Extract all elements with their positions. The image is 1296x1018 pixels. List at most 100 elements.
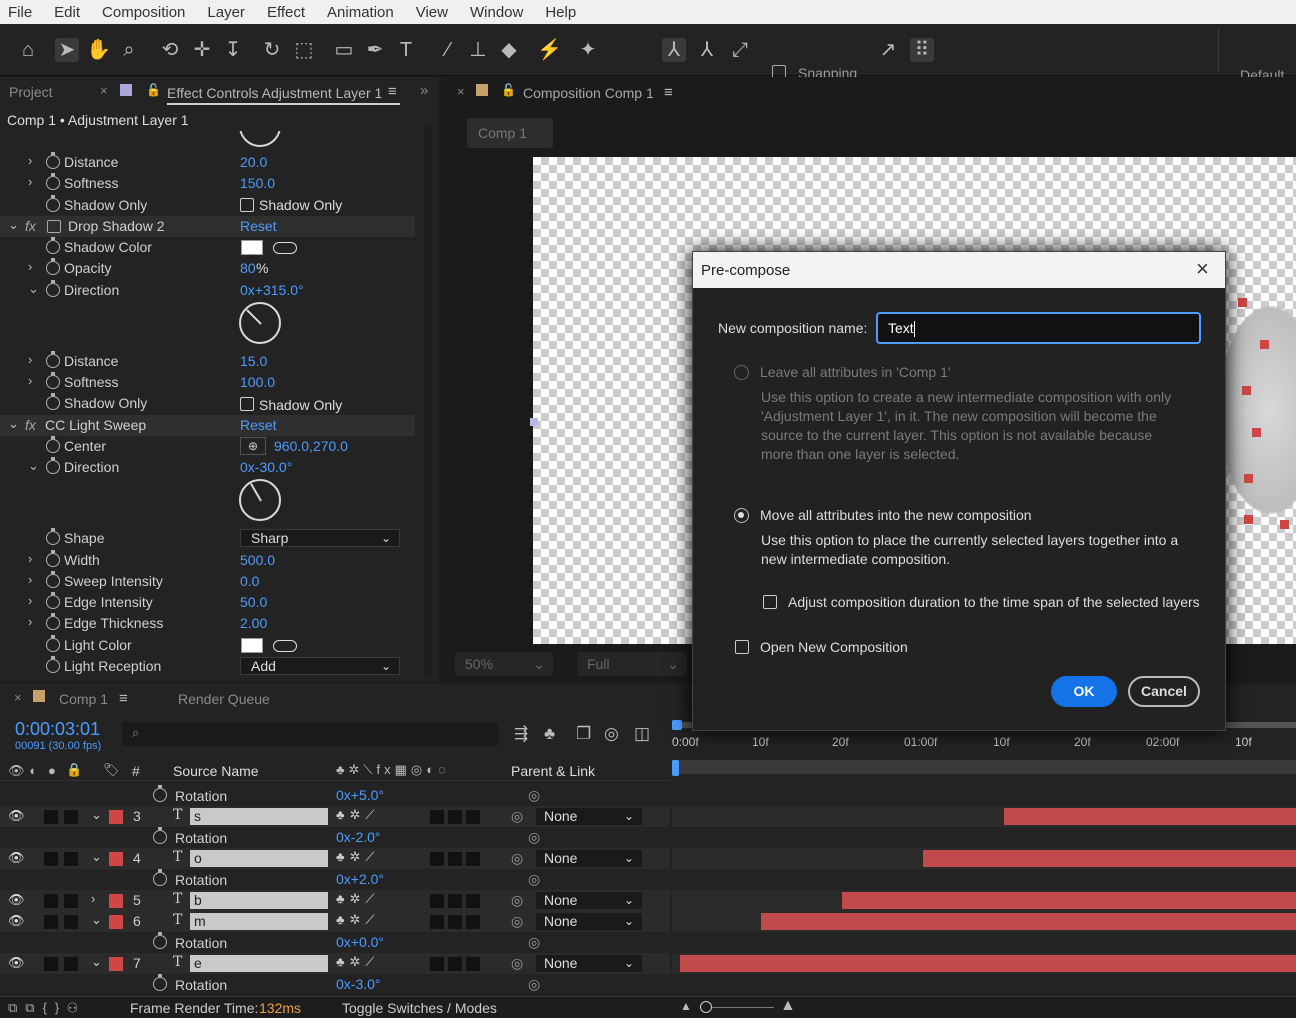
shape-dropdown[interactable]: Sharp ⌄ <box>240 529 400 547</box>
current-timecode[interactable]: 0:00:03:01 <box>15 719 100 740</box>
panel-menu-icon[interactable]: ≡ <box>388 83 397 100</box>
menu-file[interactable]: File <box>8 4 32 21</box>
layer-name[interactable]: m <box>190 913 328 930</box>
tab-effect-controls[interactable]: Effect Controls Adjustment Layer 1 <box>167 85 382 101</box>
stopwatch-icon[interactable] <box>46 550 60 567</box>
path-point[interactable] <box>1238 298 1247 307</box>
label-color-swatch[interactable] <box>109 810 123 824</box>
menu-window[interactable]: Window <box>470 4 523 21</box>
selection-tool-icon[interactable]: ➤ <box>55 38 79 62</box>
fx-icon[interactable]: fx <box>25 417 36 433</box>
softness-value[interactable]: 100.0 <box>240 374 275 390</box>
chevron-down-icon[interactable]: ⌄ <box>91 954 102 970</box>
lock-switch[interactable] <box>64 810 78 824</box>
direction-dial-partial[interactable] <box>239 131 281 147</box>
type-tool-icon[interactable]: T <box>394 38 418 62</box>
move-attributes-radio[interactable] <box>734 508 749 523</box>
switch-box[interactable] <box>448 810 462 824</box>
switch-box[interactable] <box>466 852 480 866</box>
parent-dropdown[interactable]: None ⌄ <box>536 850 642 867</box>
stopwatch-icon[interactable] <box>46 592 60 609</box>
ok-button[interactable]: OK <box>1051 676 1117 707</box>
zoom-tool-icon[interactable]: ⌕ <box>117 38 141 62</box>
eye-icon[interactable]: 👁 <box>8 850 25 866</box>
eye-icon[interactable]: 👁 <box>8 955 25 971</box>
stopwatch-icon[interactable] <box>46 528 60 545</box>
breadcrumb[interactable]: Comp 1 <box>467 118 553 148</box>
layer-duration-bar[interactable] <box>841 892 1296 909</box>
shy-layers-icon[interactable]: ♣ <box>544 724 555 744</box>
path-point[interactable] <box>1252 428 1261 437</box>
pickwhip-icon[interactable]: ◎ <box>511 913 523 930</box>
shadow-only-checkbox[interactable] <box>240 397 254 411</box>
stopwatch-icon[interactable] <box>46 656 60 673</box>
lock-icon[interactable]: 🔓 <box>501 83 516 97</box>
path-point[interactable] <box>1244 474 1253 483</box>
dolly-camera-icon[interactable]: ↧ <box>221 38 245 62</box>
layer-duration-bar[interactable] <box>922 850 1296 867</box>
graph-editor-icon[interactable]: ◫ <box>634 724 650 744</box>
label-color-swatch[interactable] <box>109 915 123 929</box>
shadow-color-swatch[interactable] <box>241 240 263 255</box>
direction-value[interactable]: 0x-30.0° <box>240 459 292 475</box>
view-axis-icon[interactable]: ⤢ <box>728 38 752 62</box>
menu-effect[interactable]: Effect <box>267 4 305 21</box>
layer-switches[interactable]: ♣✲⟋ <box>336 849 380 865</box>
solo-switch[interactable] <box>44 957 58 971</box>
pickwhip-icon[interactable]: ◎ <box>528 829 540 846</box>
timeline-footer-icons[interactable]: ⧉⧉{}⚇ <box>8 1000 86 1016</box>
tab-project[interactable]: Project <box>9 84 53 100</box>
lock-icon[interactable]: 🔓 <box>146 83 161 97</box>
reset-link[interactable]: Reset <box>240 218 277 234</box>
drop-shadow-2-label[interactable]: Drop Shadow 2 <box>68 218 165 234</box>
stopwatch-icon[interactable] <box>153 827 167 844</box>
stopwatch-icon[interactable] <box>46 372 60 389</box>
stopwatch-icon[interactable] <box>46 635 60 652</box>
opacity-value[interactable]: 80 <box>240 260 256 276</box>
switch-box[interactable] <box>466 915 480 929</box>
frame-blending-icon[interactable]: ❐ <box>576 724 591 744</box>
snap-edge-icon[interactable]: ↗ <box>876 38 900 62</box>
pickwhip-icon[interactable]: ◎ <box>528 934 540 951</box>
edge-intensity-value[interactable]: 50.0 <box>240 594 267 610</box>
sweep-intensity-value[interactable]: 0.0 <box>240 573 259 589</box>
layer-name[interactable]: s <box>190 808 328 825</box>
zoom-slider-handle[interactable] <box>700 1001 712 1013</box>
path-point[interactable] <box>1244 515 1253 524</box>
stopwatch-icon[interactable] <box>153 785 167 802</box>
tab-comp-1[interactable]: Comp 1 <box>59 691 108 707</box>
layer-track[interactable] <box>672 911 1296 932</box>
stopwatch-icon[interactable] <box>153 974 167 991</box>
menu-animation[interactable]: Animation <box>327 4 394 21</box>
scrollbar[interactable] <box>424 127 432 677</box>
layer-duration-bar[interactable] <box>760 913 1296 930</box>
zoom-dropdown[interactable]: 50% ⌄ <box>455 652 553 676</box>
pan-camera-icon[interactable]: ✛ <box>190 38 214 62</box>
tab-composition[interactable]: Composition Comp 1 <box>523 85 654 101</box>
rotate-tool-icon[interactable]: ↻ <box>260 38 284 62</box>
menu-composition[interactable]: Composition <box>102 4 185 21</box>
orbit-camera-icon[interactable]: ⟲ <box>158 38 182 62</box>
work-area-bar[interactable] <box>672 760 1296 774</box>
parent-dropdown[interactable]: None ⌄ <box>536 808 642 825</box>
parent-dropdown[interactable]: None ⌄ <box>536 913 642 930</box>
chevron-down-icon[interactable]: ⌄ <box>91 807 102 823</box>
light-color-swatch[interactable] <box>241 638 263 653</box>
eraser-tool-icon[interactable]: ◆ <box>497 38 521 62</box>
rectangle-tool-icon[interactable]: ▭ <box>332 38 356 62</box>
switch-box[interactable] <box>466 957 480 971</box>
puppet-tool-icon[interactable]: ✦ <box>576 38 600 62</box>
expand-panels-icon[interactable]: » <box>420 82 428 99</box>
anchor-tool-icon[interactable]: ⬚ <box>292 38 316 62</box>
switch-box[interactable] <box>448 957 462 971</box>
rotation-value[interactable]: 0x+5.0° <box>336 787 384 803</box>
layer-row[interactable]: 👁 ⌄ 3 Ts ♣✲⟋ ◎ None ⌄ <box>0 806 670 827</box>
eye-icon[interactable]: 👁 <box>8 892 25 908</box>
layer-switches[interactable]: ♣✲⟋ <box>336 954 380 970</box>
pen-tool-icon[interactable]: ✒ <box>363 38 387 62</box>
path-point[interactable] <box>1260 340 1269 349</box>
menu-edit[interactable]: Edit <box>54 4 80 21</box>
panel-menu-icon[interactable]: ≡ <box>664 84 673 101</box>
switch-box[interactable] <box>448 852 462 866</box>
pickwhip-icon[interactable]: ◎ <box>528 871 540 888</box>
